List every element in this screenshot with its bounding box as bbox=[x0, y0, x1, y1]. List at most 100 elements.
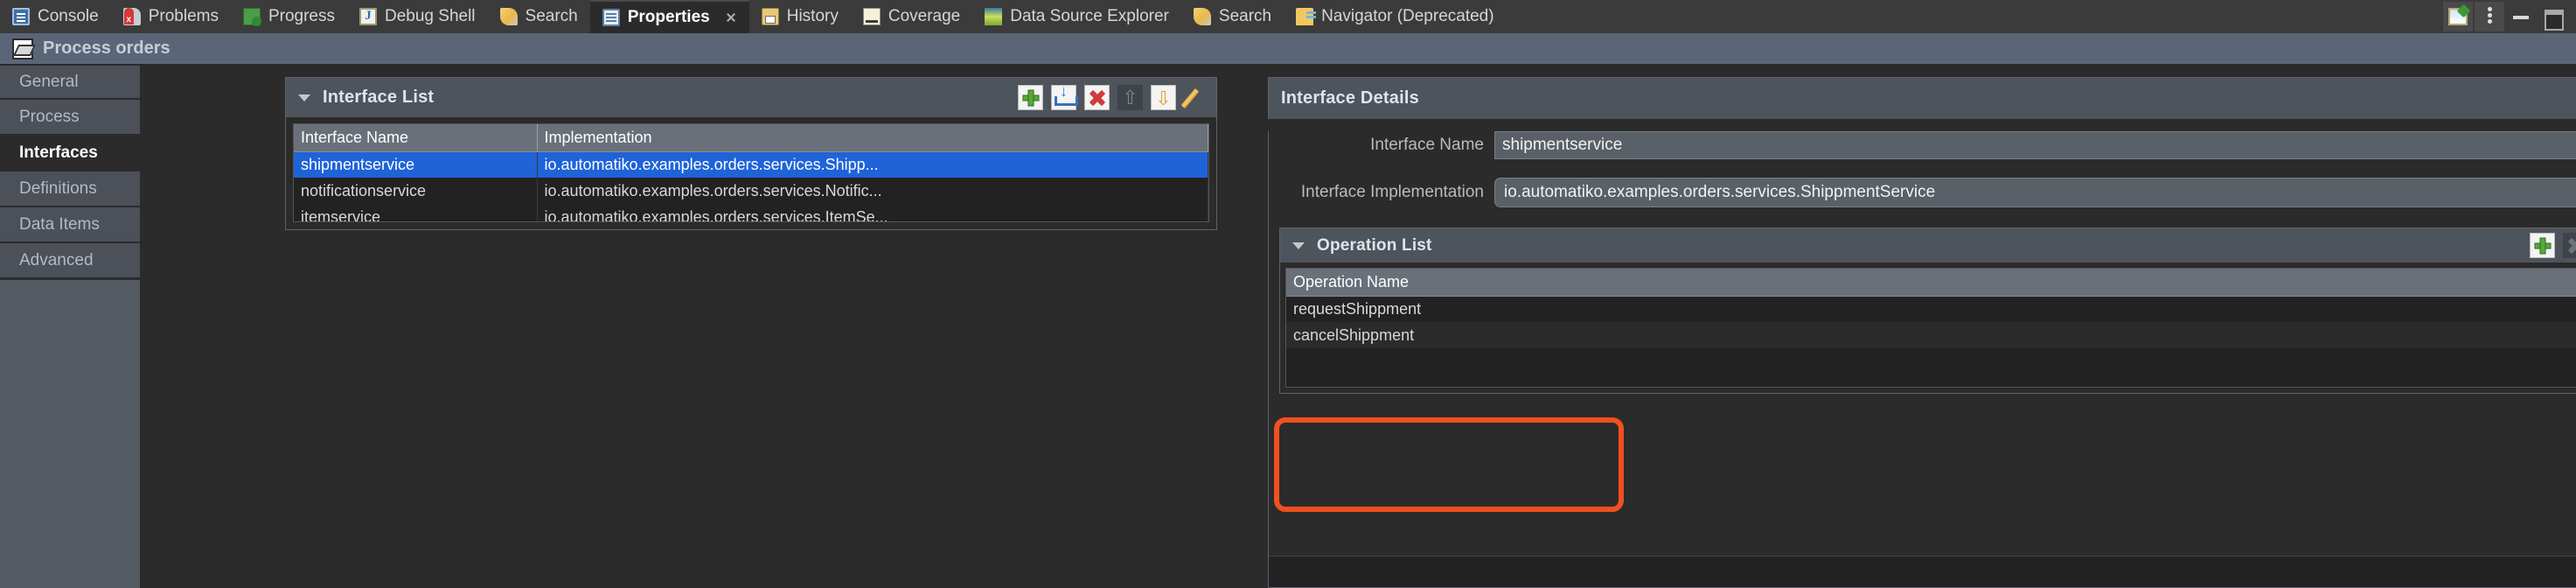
interface-table-wrap: Interface Name Implementation shipmentse… bbox=[293, 123, 1209, 222]
tab-label: Data Source Explorer bbox=[1010, 7, 1169, 25]
sidebar-item-definitions[interactable]: Definitions bbox=[0, 172, 140, 207]
search-icon bbox=[1193, 8, 1211, 25]
properties-view-body: General Process Interfaces Definitions D… bbox=[0, 64, 2576, 588]
interface-table: Interface Name Implementation shipmentse… bbox=[294, 124, 1208, 221]
interface-list-toolbar: ⇧ ⇩ bbox=[1018, 82, 1209, 110]
interface-implementation-combo-wrap: io.automatiko.examples.orders.services.S… bbox=[1494, 178, 2576, 207]
cell-interface-name: itemservice bbox=[294, 204, 538, 221]
table-row[interactable]: cancelShippment bbox=[1286, 322, 2576, 348]
sidebar-item-process[interactable]: Process bbox=[0, 100, 140, 136]
sidebar-item-label: Interfaces bbox=[19, 143, 98, 162]
tab-label: Coverage bbox=[888, 7, 961, 25]
table-row[interactable]: requestShippment bbox=[1286, 296, 2576, 322]
tab-search-2[interactable]: Search bbox=[1181, 0, 1284, 33]
import-interface-button[interactable] bbox=[1051, 82, 1078, 110]
sidebar-item-label: General bbox=[19, 72, 79, 91]
edit-interface-button[interactable] bbox=[1184, 85, 1209, 110]
tab-problems[interactable]: Problems bbox=[111, 0, 231, 33]
cell-implementation: io.automatiko.examples.orders.services.S… bbox=[537, 151, 1208, 178]
move-up-button: ⇧ bbox=[1117, 85, 1143, 110]
problems-icon bbox=[122, 8, 141, 25]
interface-list-header[interactable]: Interface List ⇧ ⇩ bbox=[285, 77, 1217, 117]
operation-list-header[interactable]: Operation List ⇧ ⇩ bbox=[1279, 228, 2576, 262]
interface-implementation-value: io.automatiko.examples.orders.services.S… bbox=[1504, 183, 1936, 201]
add-operation-button[interactable] bbox=[2530, 233, 2555, 258]
sidebar-item-label: Definitions bbox=[19, 178, 97, 198]
tab-progress[interactable]: Progress bbox=[231, 0, 347, 33]
coverage-icon bbox=[862, 8, 881, 25]
tab-label: Progress bbox=[268, 7, 335, 25]
interface-implementation-row: Interface Implementation io.automatiko.e… bbox=[1269, 175, 2576, 210]
page-title: Process orders bbox=[43, 38, 171, 58]
table-row[interactable]: notificationservice io.automatiko.exampl… bbox=[294, 178, 1208, 204]
column-header-implementation[interactable]: Implementation bbox=[537, 124, 1208, 152]
properties-content-pane: Interface List ⇧ ⇩ Interfac bbox=[140, 64, 2576, 588]
interface-details-body: Interface Name shipmentservice Interface… bbox=[1268, 131, 2576, 588]
cell-interface-name: shipmentservice bbox=[294, 151, 538, 178]
sidebar-item-interfaces[interactable]: Interfaces bbox=[0, 136, 140, 172]
interface-name-row: Interface Name shipmentservice bbox=[1269, 131, 2576, 159]
details-bottom-strip bbox=[1269, 556, 2576, 587]
tab-label: Console bbox=[38, 7, 99, 25]
chevron-down-icon[interactable] bbox=[1292, 242, 1305, 249]
column-header-interface-name[interactable]: Interface Name bbox=[294, 124, 538, 152]
tab-data-source-explorer[interactable]: Data Source Explorer bbox=[972, 0, 1181, 33]
operation-list-section: Operation List ⇧ ⇩ bbox=[1279, 228, 2576, 394]
table-row[interactable]: shipmentservice io.automatiko.examples.o… bbox=[294, 151, 1208, 178]
tab-debug-shell[interactable]: Debug Shell bbox=[347, 0, 488, 33]
tab-label: Search bbox=[525, 7, 578, 25]
tab-coverage[interactable]: Coverage bbox=[851, 0, 972, 33]
delete-operation-button bbox=[2563, 233, 2576, 258]
data-source-explorer-icon bbox=[985, 8, 1003, 25]
table-header-row: Operation Name bbox=[1286, 269, 2576, 297]
process-diagram-icon bbox=[12, 38, 33, 60]
interface-details-header: Interface Details bbox=[1268, 77, 2576, 119]
table-row-empty bbox=[1286, 348, 2576, 374]
interface-name-label: Interface Name bbox=[1370, 136, 1484, 154]
interface-list-section: Interface List ⇧ ⇩ Interfac bbox=[285, 77, 1217, 230]
tab-label: Navigator (Deprecated) bbox=[1321, 7, 1494, 25]
tab-search[interactable]: Search bbox=[488, 0, 590, 33]
view-tab-bar: Console Problems Progress Debug Shell Se… bbox=[0, 0, 2576, 33]
sidebar-item-general[interactable]: General bbox=[0, 64, 140, 100]
tab-label: History bbox=[786, 7, 839, 25]
tab-label: Debug Shell bbox=[385, 7, 476, 25]
minimize-button[interactable] bbox=[2506, 2, 2536, 32]
tab-history[interactable]: History bbox=[749, 0, 851, 33]
table-header-row: Interface Name Implementation bbox=[294, 124, 1208, 152]
cell-operation-name: requestShippment bbox=[1286, 296, 2576, 322]
interface-implementation-combo[interactable]: io.automatiko.examples.orders.services.S… bbox=[1494, 178, 2576, 207]
tab-properties[interactable]: Properties bbox=[589, 0, 749, 33]
tab-label: Search bbox=[1218, 7, 1272, 25]
interface-implementation-label: Interface Implementation bbox=[1300, 183, 1484, 201]
cell-implementation: io.automatiko.examples.orders.services.N… bbox=[537, 178, 1208, 204]
sidebar-item-advanced[interactable]: Advanced bbox=[0, 243, 140, 279]
close-icon[interactable] bbox=[725, 11, 737, 24]
column-header-operation-name[interactable]: Operation Name bbox=[1286, 269, 2576, 297]
tab-console[interactable]: Console bbox=[0, 0, 111, 33]
add-interface-button[interactable] bbox=[1018, 85, 1043, 110]
operation-table-wrap: Operation Name requestShippment cancelSh… bbox=[1285, 268, 2576, 388]
section-title: Interface List bbox=[323, 88, 435, 107]
maximize-button[interactable] bbox=[2538, 2, 2567, 32]
view-toolbar bbox=[2443, 0, 2576, 33]
tab-navigator[interactable]: Navigator (Deprecated) bbox=[1284, 0, 1506, 33]
move-down-button[interactable]: ⇩ bbox=[1151, 85, 1176, 110]
table-row[interactable]: itemservice io.automatiko.examples.order… bbox=[294, 204, 1208, 221]
operation-list-body: Operation Name requestShippment cancelSh… bbox=[1279, 262, 2576, 394]
sidebar-item-label: Process bbox=[19, 107, 80, 126]
cell-interface-name: notificationservice bbox=[294, 178, 538, 204]
delete-interface-button[interactable] bbox=[1084, 85, 1110, 110]
tab-label: Properties bbox=[627, 8, 710, 26]
sidebar-item-data-items[interactable]: Data Items bbox=[0, 207, 140, 243]
interface-details-section: Interface Details Interface Name shipmen… bbox=[1268, 77, 2576, 588]
chevron-down-icon[interactable] bbox=[298, 94, 310, 102]
properties-icon bbox=[602, 9, 620, 26]
pin-icon bbox=[2448, 8, 2468, 25]
console-icon bbox=[12, 8, 30, 25]
interface-name-input[interactable]: shipmentservice bbox=[1494, 131, 2576, 159]
pin-view-button[interactable] bbox=[2443, 2, 2473, 32]
cell-implementation: io.automatiko.examples.orders.services.I… bbox=[537, 204, 1208, 221]
view-menu-button[interactable] bbox=[2475, 2, 2504, 32]
section-title: Interface Details bbox=[1281, 88, 1419, 108]
